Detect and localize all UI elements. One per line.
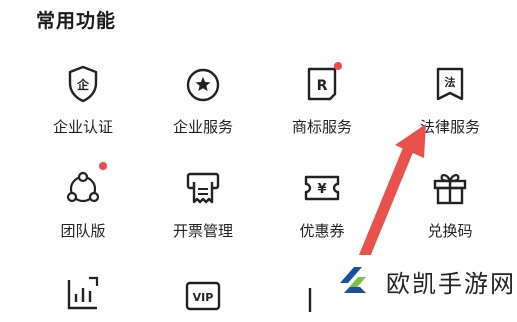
grid-item-label: 商标服务 [291, 118, 352, 136]
grid-item-label: 开票管理 [172, 222, 233, 240]
grid-item-enterprise-cert[interactable]: 企 企业认证 [28, 64, 138, 137]
grid-item-enterprise-service[interactable]: 企业服务 [148, 64, 258, 137]
grid-item-label: 企业认证 [52, 118, 113, 136]
grid-item-label: 团队版 [60, 222, 106, 240]
trademark-glyph: R [317, 78, 328, 94]
trademark-icon: R [302, 62, 342, 104]
grid-item-label: 优惠券 [299, 222, 345, 240]
enterprise-service-icon [183, 64, 223, 104]
legal-glyph: 法 [445, 75, 456, 89]
grid-item-trademark[interactable]: R 商标服务 [267, 62, 377, 137]
grid-item-label: 法律服务 [419, 118, 480, 136]
legal-icon: 法 [430, 64, 470, 104]
section-title: 常用功能 [36, 10, 117, 32]
watermark: 欧凯手游网 [314, 255, 517, 304]
notification-dot [99, 162, 107, 170]
watermark-text: 欧凯手游网 [386, 270, 516, 298]
grid-item-label: 兑换码 [427, 222, 473, 240]
grid-item-stats[interactable] [28, 272, 138, 312]
enterprise-cert-icon: 企 [63, 64, 103, 104]
grid-item-coupon[interactable]: ¥ 优惠券 [267, 168, 377, 241]
invoice-icon [183, 168, 223, 208]
grid-item-team[interactable]: 团队版 [28, 162, 138, 241]
stats-icon [63, 272, 103, 312]
grid-item-invoice[interactable]: 开票管理 [148, 168, 258, 241]
team-icon [63, 162, 107, 208]
coupon-icon: ¥ [302, 168, 342, 208]
notification-dot [334, 62, 342, 70]
watermark-logo-icon [340, 267, 366, 293]
grid-item-redeem-code[interactable]: 兑换码 [395, 168, 505, 241]
grid-item-vip[interactable]: VIP [148, 278, 258, 318]
grid-item-legal[interactable]: 法 法律服务 [395, 64, 505, 137]
vip-icon: VIP [183, 278, 223, 318]
grid-item-label: 企业服务 [172, 118, 233, 136]
gift-icon [430, 168, 470, 208]
coupon-glyph: ¥ [317, 182, 326, 197]
vip-glyph: VIP [193, 291, 214, 304]
enterprise-glyph: 企 [76, 77, 90, 92]
